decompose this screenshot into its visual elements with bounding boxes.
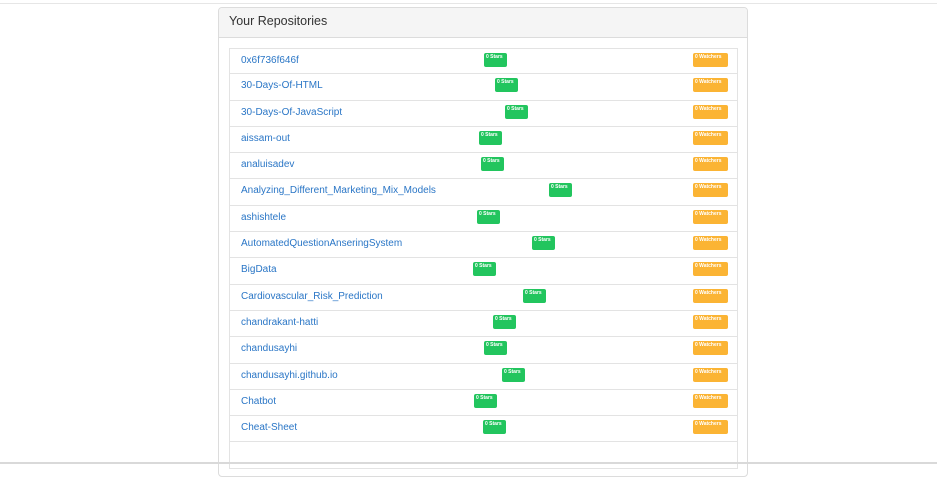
repo-link[interactable]: 30-Days-Of-HTML <box>241 80 323 91</box>
repo-link[interactable]: Cheat-Sheet <box>241 422 297 433</box>
watchers-badge: 0 Watchers <box>693 341 728 356</box>
repo-row: 30-Days-Of-JavaScript 0 Stars 0 Watchers <box>229 100 738 127</box>
watchers-badge: 0 Watchers <box>693 157 728 172</box>
repository-list: 0x6f736f646f 0 Stars 0 Watchers 30-Days-Of-… <box>229 48 738 469</box>
watchers-badge: 0 Watchers <box>693 209 728 224</box>
repo-row: analuisadev 0 Stars 0 Watchers <box>229 153 738 180</box>
watchers-badge: 0 Watchers <box>693 367 728 382</box>
repo-link[interactable]: BigData <box>241 264 277 275</box>
watchers-badge: 0 Watchers <box>693 314 728 329</box>
repo-row: 30-Days-Of-HTML 0 Stars 0 Watchers <box>229 74 738 101</box>
stars-badge: 0 Stars <box>473 262 496 277</box>
watchers-badge: 0 Watchers <box>693 420 728 435</box>
bottom-divider <box>0 462 937 464</box>
repo-link[interactable]: aissam-out <box>241 133 290 144</box>
repo-link[interactable]: AutomatedQuestionAnseringSystem <box>241 238 402 249</box>
repo-row: chandusayhi.github.io 0 Stars 0 Watchers <box>229 363 738 390</box>
watchers-badge: 0 Watchers <box>693 236 728 251</box>
repo-row: Analyzing_Different_Marketing_Mix_Models… <box>229 179 738 206</box>
watchers-badge: 0 Watchers <box>693 53 728 67</box>
repo-link[interactable]: Analyzing_Different_Marketing_Mix_Models <box>241 185 436 196</box>
repo-row: Chatbot 0 Stars 0 Watchers <box>229 389 738 417</box>
panel-title: Your Repositories <box>219 8 747 38</box>
stars-badge: 0 Stars <box>481 157 504 172</box>
stars-badge: 0 Stars <box>477 209 500 224</box>
watchers-badge: 0 Watchers <box>693 262 728 277</box>
watchers-badge: 0 Watchers <box>693 183 728 198</box>
repo-row: BigData 0 Stars 0 Watchers <box>229 258 738 285</box>
repo-row: chandusayhi 0 Stars 0 Watchers <box>229 337 738 364</box>
repo-row: Cardiovascular_Risk_Prediction 0 Stars 0 W… <box>229 284 738 311</box>
repo-link[interactable]: chandusayhi <box>241 343 297 354</box>
watchers-badge: 0 Watchers <box>693 78 728 93</box>
watchers-badge: 0 Watchers <box>693 104 728 119</box>
repo-link[interactable]: 30-Days-Of-JavaScript <box>241 107 342 118</box>
stars-badge: 0 Stars <box>495 78 518 93</box>
repo-row: aissam-out 0 Stars 0 Watchers <box>229 126 738 154</box>
stars-badge: 0 Stars <box>484 53 507 67</box>
repo-row: 0x6f736f646f 0 Stars 0 Watchers <box>229 48 738 75</box>
stars-badge: 0 Stars <box>479 130 502 145</box>
repo-link[interactable]: Cardiovascular_Risk_Prediction <box>241 291 383 302</box>
stars-badge: 0 Stars <box>523 288 546 303</box>
top-divider <box>0 3 937 4</box>
repo-link[interactable]: chandusayhi.github.io <box>241 370 338 381</box>
stars-badge: 0 Stars <box>549 183 572 198</box>
repo-link[interactable]: 0x6f736f646f <box>241 55 299 66</box>
stars-badge: 0 Stars <box>484 341 507 356</box>
repo-link[interactable]: analuisadev <box>241 159 294 170</box>
repo-row: chandrakant-hatti 0 Stars 0 Watchers <box>229 310 738 338</box>
repo-link[interactable]: chandrakant-hatti <box>241 317 318 328</box>
repo-row <box>229 442 738 469</box>
watchers-badge: 0 Watchers <box>693 130 728 145</box>
repo-row: AutomatedQuestionAnseringSystem 0 Stars 0 … <box>229 232 738 259</box>
watchers-badge: 0 Watchers <box>693 393 728 408</box>
stars-badge: 0 Stars <box>505 104 528 119</box>
repo-row: Cheat-Sheet 0 Stars 0 Watchers <box>229 416 738 443</box>
stars-badge: 0 Stars <box>483 420 506 435</box>
stars-badge: 0 Stars <box>532 236 555 251</box>
stars-badge: 0 Stars <box>502 367 525 382</box>
repo-link[interactable]: Chatbot <box>241 396 276 407</box>
repositories-panel: Your Repositories 0x6f736f646f 0 Stars 0 W… <box>218 7 748 477</box>
stars-badge: 0 Stars <box>493 314 516 329</box>
repo-row: ashishtele 0 Stars 0 Watchers <box>229 205 738 233</box>
watchers-badge: 0 Watchers <box>693 288 728 303</box>
repo-link[interactable]: ashishtele <box>241 212 286 223</box>
stars-badge: 0 Stars <box>474 393 497 408</box>
